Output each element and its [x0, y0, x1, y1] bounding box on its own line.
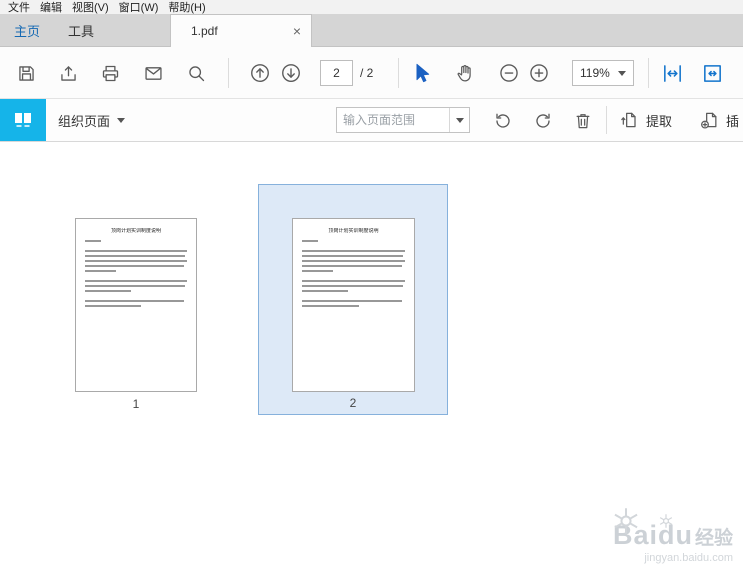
fit-width-button[interactable]: [658, 59, 686, 87]
organize-toolbar: 组织页面 提: [0, 99, 743, 142]
document-tab-label: 1.pdf: [191, 24, 218, 38]
extract-label: 提取: [646, 113, 673, 129]
baidu-watermark: Baidu 经验 jingyan.baidu.com: [613, 508, 733, 564]
previous-page-button[interactable]: [246, 59, 274, 87]
page-2-preview: 顶岗计划实训制度说明: [293, 219, 414, 307]
zoom-level-dropdown[interactable]: 119%: [572, 60, 634, 86]
search-button[interactable]: [182, 59, 210, 87]
print-icon: [102, 65, 118, 81]
tab-tools[interactable]: 工具: [54, 14, 108, 46]
menu-help[interactable]: 帮助(H): [168, 0, 205, 15]
rotate-cw-button[interactable]: [530, 108, 556, 134]
page-thumbnail-1[interactable]: 顶岗计划实训制度说明: [75, 218, 197, 392]
insert-icon: [701, 112, 717, 129]
close-icon[interactable]: ×: [293, 24, 301, 38]
page-up-icon: [251, 64, 269, 82]
page-down-icon: [282, 64, 300, 82]
chevron-down-icon: [117, 117, 126, 123]
chevron-down-icon: [618, 70, 626, 76]
insert-button[interactable]: 插: [700, 99, 739, 141]
menu-file[interactable]: 文件: [8, 0, 30, 15]
rotate-cw-icon: [536, 113, 550, 128]
next-page-button[interactable]: [277, 59, 305, 87]
snowflake-icon: [614, 508, 638, 534]
menu-bar: 文件 编辑 视图(V) 窗口(W) 帮助(H): [0, 0, 743, 14]
document-body-lines: [302, 240, 405, 307]
page-2-label: 2: [349, 396, 357, 410]
document-title-text: 顶岗计划实训制度说明: [110, 228, 161, 234]
document-body-lines: [85, 240, 187, 307]
search-icon: [188, 65, 204, 81]
extract-button[interactable]: 提取: [620, 99, 672, 141]
main-toolbar: 2 / 2 119%: [0, 47, 743, 99]
menu-edit[interactable]: 编辑: [40, 0, 62, 15]
share-icon: [60, 65, 76, 81]
chevron-down-icon: [455, 117, 464, 123]
page-thumbnail-2[interactable]: 顶岗计划实训制度说明: [292, 218, 415, 392]
select-tool-icon: [416, 63, 430, 83]
tab-home[interactable]: 主页: [0, 14, 54, 46]
save-button[interactable]: [12, 59, 40, 87]
zoom-in-button[interactable]: [525, 59, 553, 87]
select-tool-button[interactable]: [408, 59, 436, 87]
zoom-in-icon: [530, 64, 548, 82]
organize-pages-label: 组织页面: [58, 113, 111, 129]
fit-width-icon: [663, 64, 681, 82]
watermark-url: jingyan.baidu.com: [644, 552, 733, 564]
page-range-dropdown-button[interactable]: [449, 108, 469, 132]
separator: [648, 58, 649, 88]
hand-tool-icon: [456, 64, 471, 81]
share-button[interactable]: [54, 59, 82, 87]
hand-tool-button[interactable]: [450, 59, 478, 87]
zoom-out-button[interactable]: [495, 59, 523, 87]
zoom-out-icon: [500, 64, 518, 82]
page-range-input[interactable]: [337, 108, 449, 132]
separator: [606, 106, 607, 134]
save-icon: [18, 65, 34, 81]
separator: [228, 58, 229, 88]
fit-page-icon: [703, 64, 721, 82]
delete-icon: [576, 114, 590, 129]
tab-bar: 主页 工具 1.pdf ×: [0, 14, 743, 47]
page-number-input[interactable]: 2: [320, 60, 353, 86]
menu-window[interactable]: 窗口(W): [119, 0, 159, 15]
menu-view[interactable]: 视图(V): [72, 0, 109, 15]
page-2-selection[interactable]: 顶岗计划实训制度说明 2: [258, 184, 448, 415]
rotate-ccw-button[interactable]: [490, 108, 516, 134]
snowflake-icon: [659, 514, 673, 528]
organize-pages-menu[interactable]: 组织页面: [58, 99, 126, 141]
rotate-ccw-icon: [496, 113, 510, 128]
tab-document[interactable]: 1.pdf ×: [170, 14, 312, 47]
acrobat-window: 文件 编辑 视图(V) 窗口(W) 帮助(H) 主页 工具 1.pdf × 2 …: [0, 0, 743, 576]
page-1-label: 1: [132, 397, 140, 411]
pages-panel: 顶岗计划实训制度说明 1 顶岗计划实训制度说明 2 Baidu 经验 jingy…: [0, 142, 743, 576]
page-total-label: / 2: [360, 66, 374, 80]
page-1-preview: 顶岗计划实训制度说明: [76, 219, 196, 307]
page-range-combobox: [336, 107, 470, 133]
zoom-level-value: 119%: [580, 66, 610, 80]
email-button[interactable]: [139, 59, 167, 87]
pages-glyph-icon: [15, 113, 31, 127]
fit-page-button[interactable]: [698, 59, 726, 87]
print-button[interactable]: [96, 59, 124, 87]
insert-label: 插: [726, 113, 740, 129]
separator: [398, 58, 399, 88]
delete-pages-button[interactable]: [570, 108, 596, 134]
document-title-text: 顶岗计划实训制度说明: [328, 228, 379, 234]
email-icon: [144, 66, 162, 80]
watermark-suffix: 经验: [694, 528, 733, 549]
extract-icon: [621, 112, 636, 128]
organize-pages-icon: [0, 99, 46, 141]
